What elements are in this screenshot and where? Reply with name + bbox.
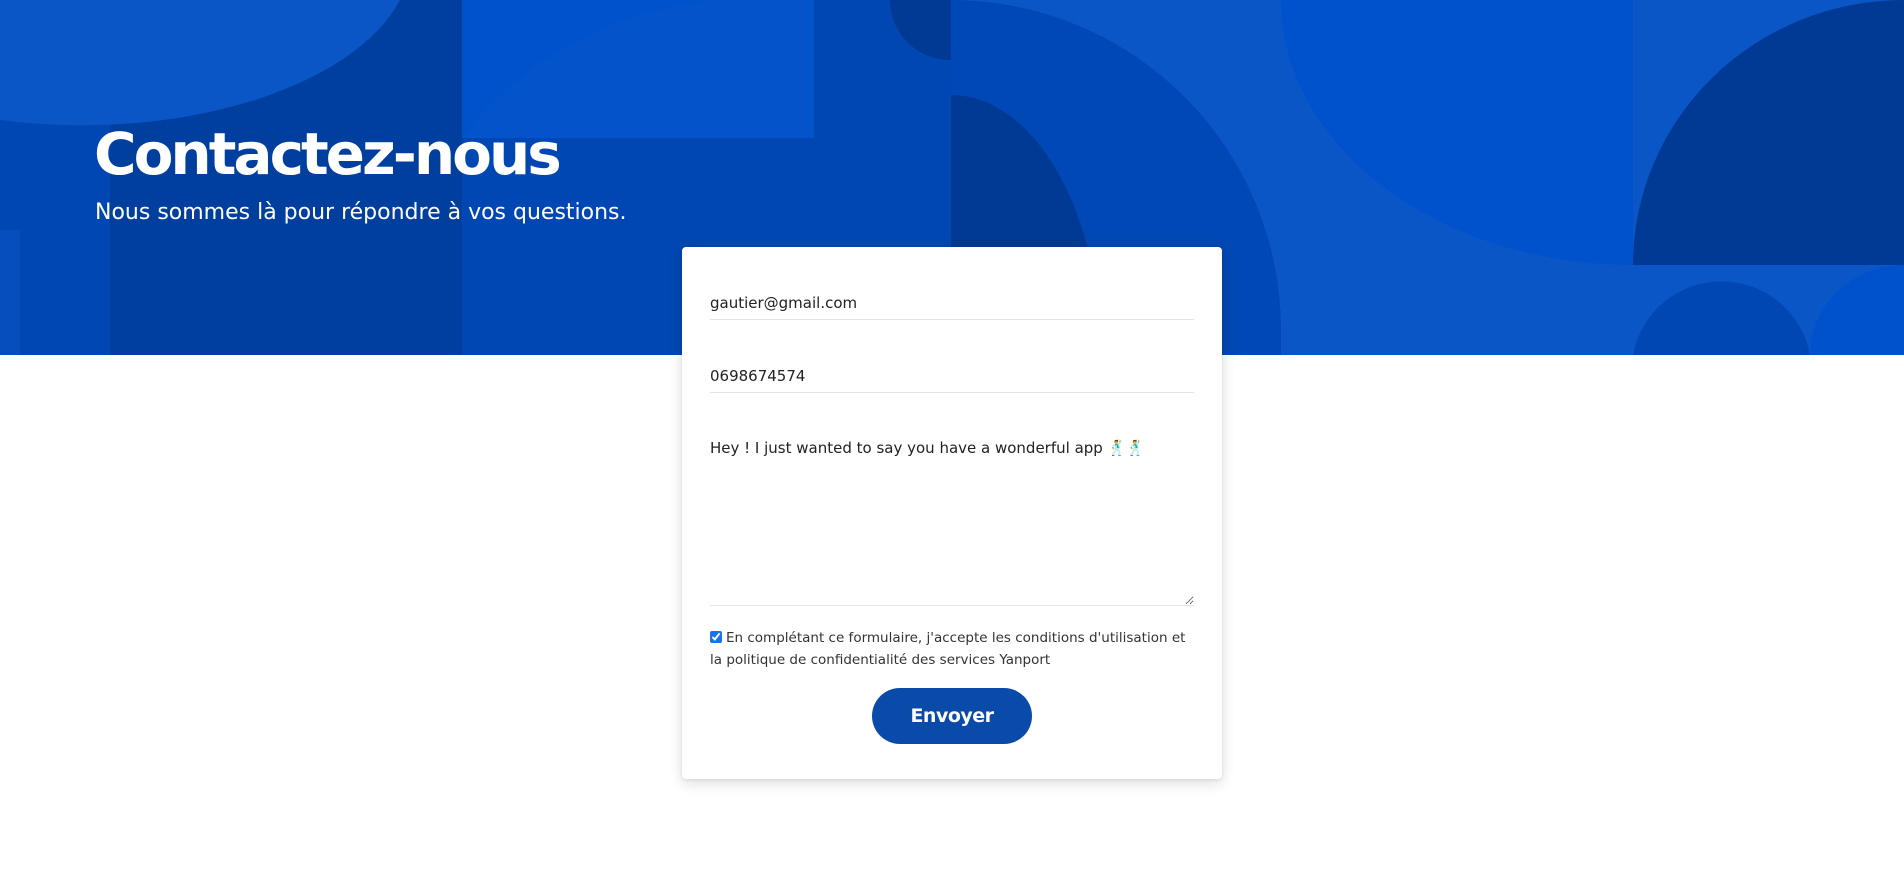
phone-field[interactable]: [710, 360, 1194, 393]
consent-checkbox[interactable]: [710, 631, 722, 643]
page-title: Contactez-nous: [94, 120, 562, 188]
contact-form-card: Hey ! I just wanted to say you have a wo…: [682, 247, 1222, 779]
submit-button[interactable]: Envoyer: [872, 688, 1032, 744]
consent-label: En complétant ce formulaire, j'accepte l…: [710, 630, 1186, 668]
consent-row: En complétant ce formulaire, j'accepte l…: [710, 627, 1200, 671]
page-subtitle: Nous sommes là pour répondre à vos quest…: [95, 200, 627, 225]
email-field[interactable]: [710, 287, 1194, 320]
message-textarea[interactable]: Hey ! I just wanted to say you have a wo…: [710, 432, 1194, 606]
